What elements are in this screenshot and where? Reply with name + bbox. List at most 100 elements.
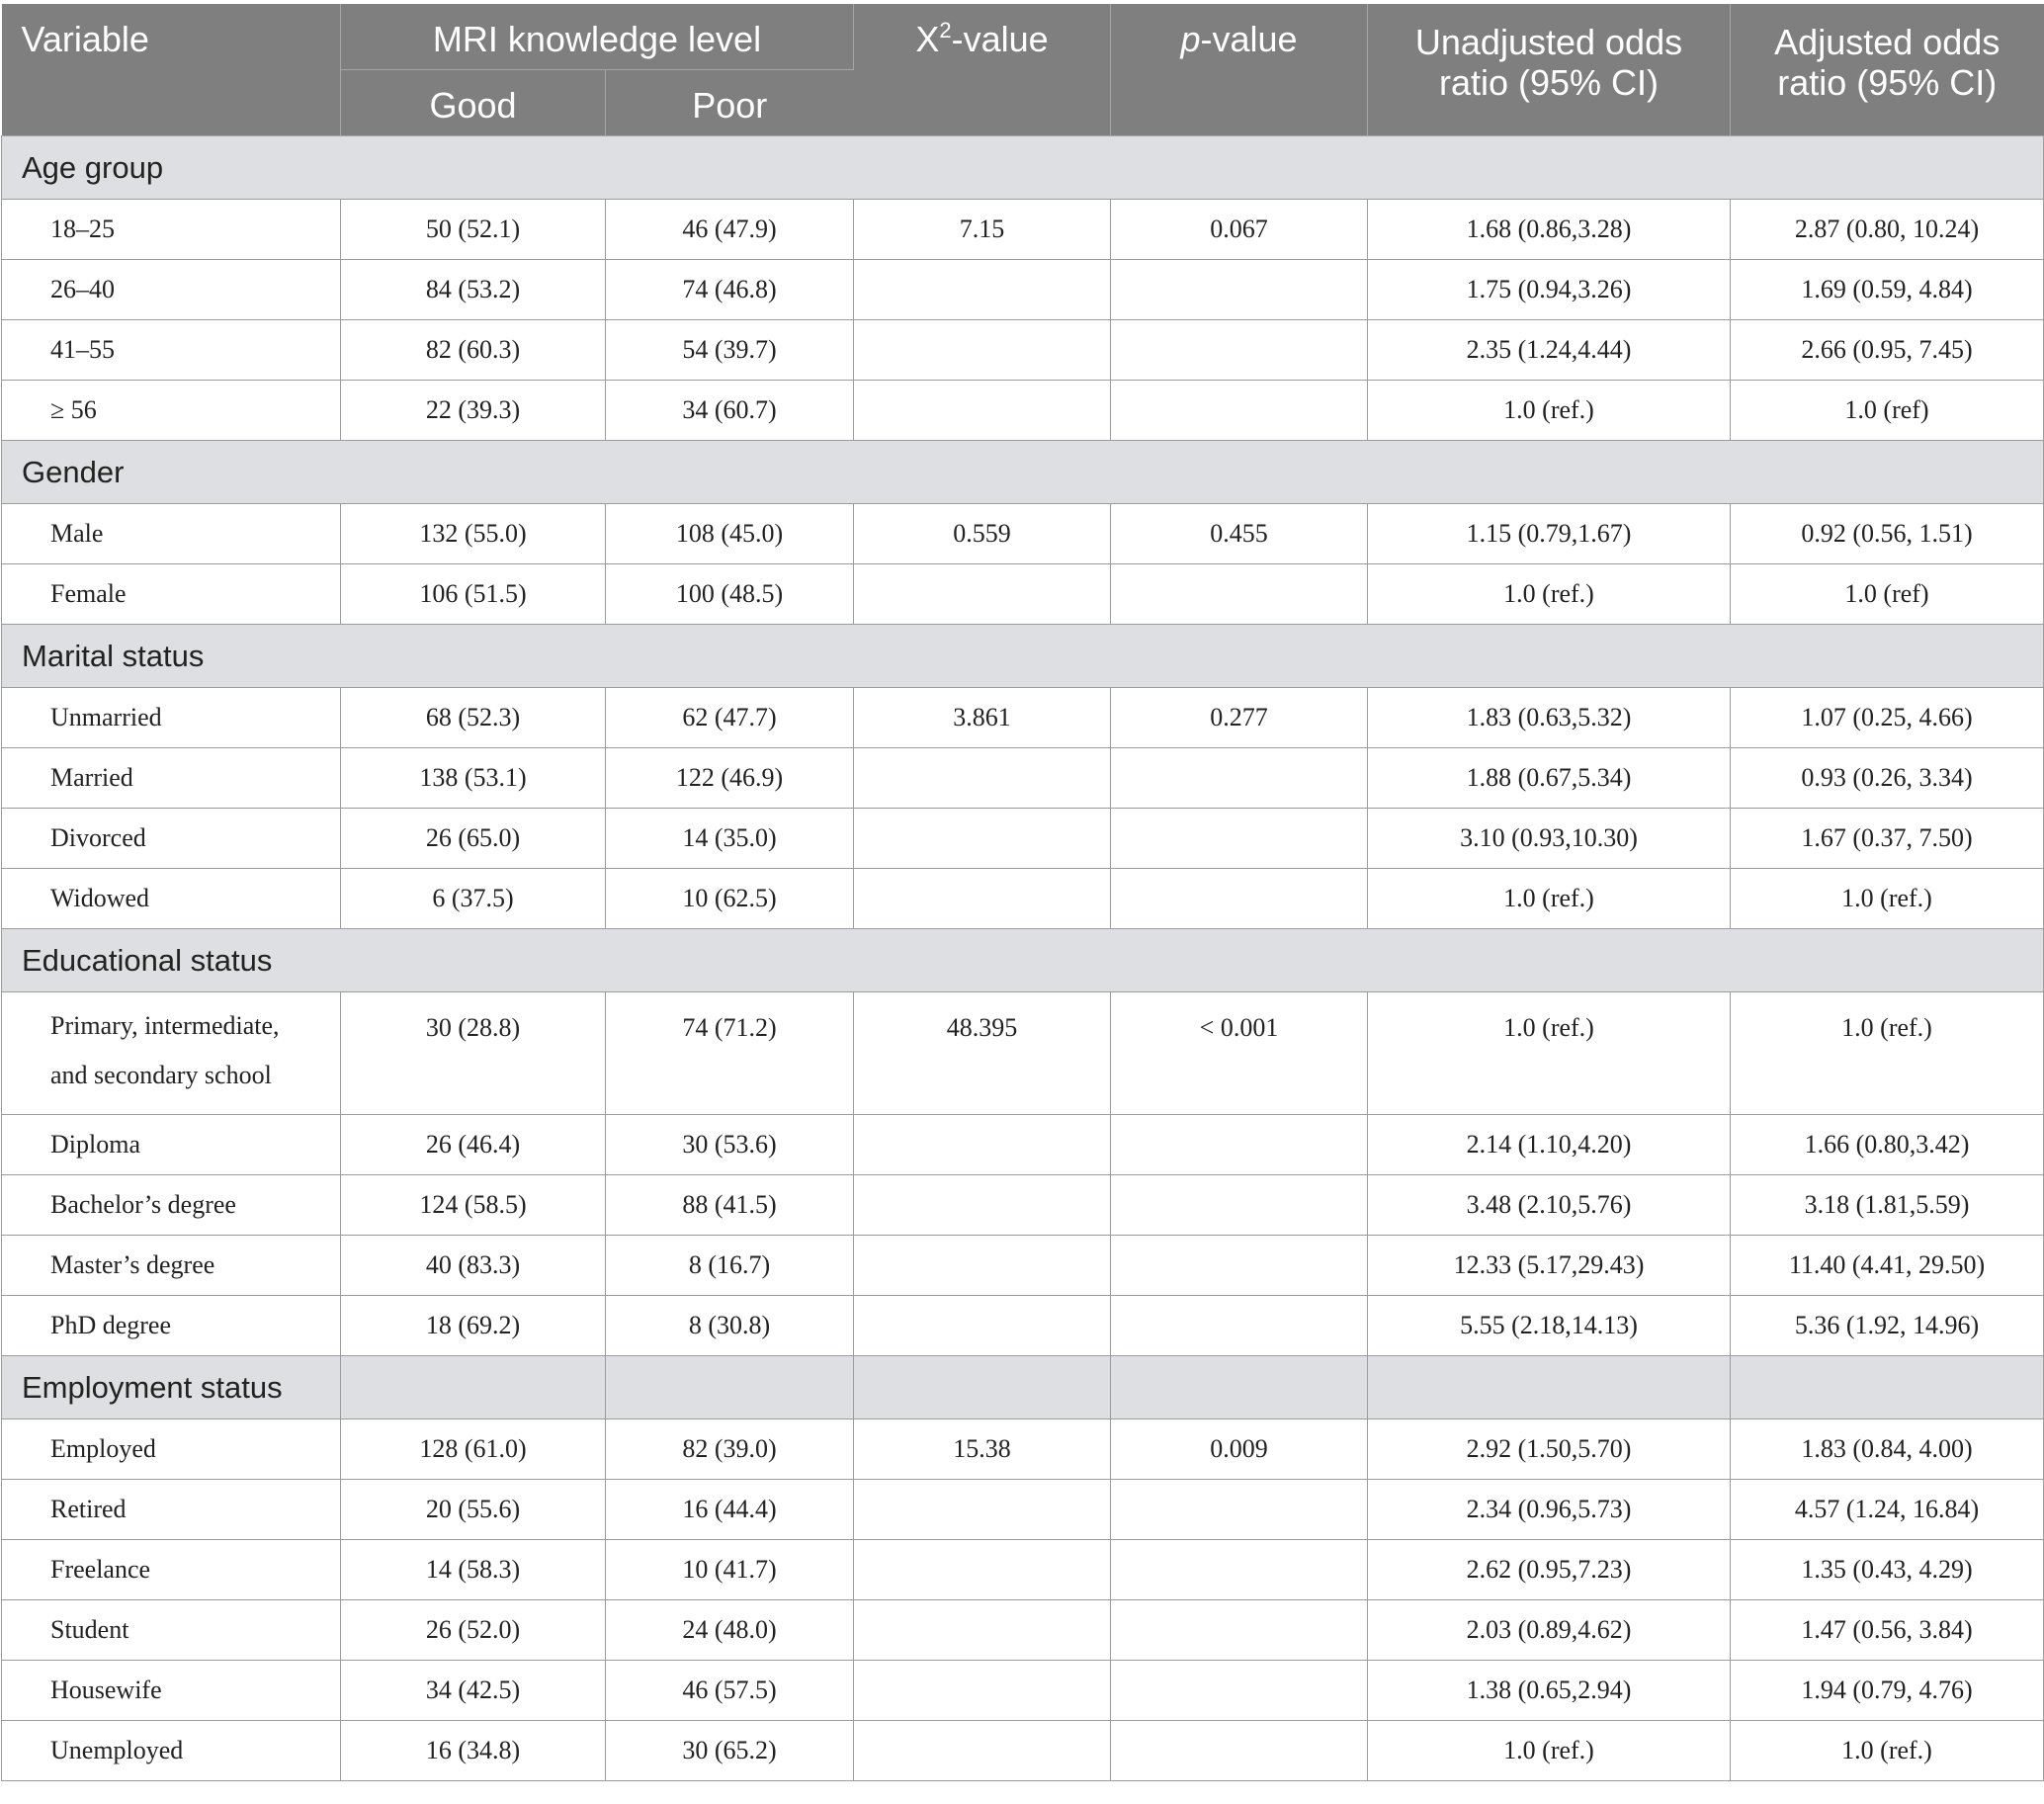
table-row: Diploma 26 (46.4) 30 (53.6) 2.14 (1.10,4.20… [1,1114,2044,1175]
good-cell: 138 (53.1) [340,747,606,809]
adjusted-or-cell: 1.66 (0.80,3.42) [1730,1114,2044,1175]
unadjusted-or-cell: 3.48 (2.10,5.76) [1367,1174,1731,1236]
adjusted-or-cell: 0.93 (0.26, 3.34) [1730,747,2044,809]
chi-square-cell [853,1174,1111,1236]
chi-square-cell [853,1660,1111,1721]
good-cell: 128 (61.0) [340,1418,606,1480]
adjusted-or-cell: 1.0 (ref) [1730,563,2044,625]
table-row: Unmarried 68 (52.3) 62 (47.7) 3.861 0.277 1.8… [1,687,2044,748]
p-value-cell [1110,868,1368,929]
section-title: Marital status [1,624,2044,688]
header-poor: Poor [605,69,854,136]
p-value-cell: 0.455 [1110,503,1368,564]
adjusted-or-cell: 3.18 (1.81,5.59) [1730,1174,2044,1236]
chi-square-cell: 48.395 [853,991,1111,1115]
row-label: Retired [1,1479,341,1540]
section-empty-cell [340,1355,606,1419]
chi-square-cell: 3.861 [853,687,1111,748]
table-row: Married 138 (53.1) 122 (46.9) 1.88 (0.67,5.… [1,747,2044,809]
good-cell: 26 (65.0) [340,808,606,869]
chi-square-cell [853,1479,1111,1540]
unadjusted-or-cell: 12.33 (5.17,29.43) [1367,1235,1731,1296]
section-title: Employment status [1,1355,341,1419]
table-row: Unemployed 16 (34.8) 30 (65.2) 1.0 (ref.) 1.… [1,1720,2044,1781]
adjusted-or-cell: 11.40 (4.41, 29.50) [1730,1235,2044,1296]
p-value-cell [1110,1720,1368,1781]
good-cell: 14 (58.3) [340,1539,606,1600]
row-label: Male [1,503,341,564]
unadjusted-or-cell: 1.83 (0.63,5.32) [1367,687,1731,748]
section-empty-cell [853,1355,1111,1419]
table-row: Bachelor’s degree 124 (58.5) 88 (41.5) 3.48… [1,1174,2044,1236]
table-body: Age group 18–25 50 (52.1) 46 (47.9) 7.15 0.06… [1,135,2044,1781]
row-label: Unemployed [1,1720,341,1781]
unadjusted-or-cell: 1.0 (ref.) [1367,1720,1731,1781]
row-label: Widowed [1,868,341,929]
p-value-cell [1110,747,1368,809]
header-unadjusted-or: Unadjusted odds ratio (95% CI) [1367,4,1731,136]
row-label: Divorced [1,808,341,869]
p-value-cell [1110,1295,1368,1356]
adjusted-or-cell: 1.83 (0.84, 4.00) [1730,1418,2044,1480]
adjusted-or-cell: 1.47 (0.56, 3.84) [1730,1599,2044,1661]
good-cell: 22 (39.3) [340,380,606,441]
chi-square-cell [853,868,1111,929]
adjusted-or-cell: 0.92 (0.56, 1.51) [1730,503,2044,564]
row-label: 41–55 [1,319,341,381]
poor-cell: 74 (46.8) [605,259,854,320]
section-empty-cell [1730,1355,2044,1419]
unadjusted-or-cell: 1.75 (0.94,3.26) [1367,259,1731,320]
table-row: Female 106 (51.5) 100 (48.5) 1.0 (ref.) 1.0 … [1,563,2044,625]
row-label: Unmarried [1,687,341,748]
header-p-value: p-value [1110,4,1368,136]
unadjusted-or-cell: 1.15 (0.79,1.67) [1367,503,1731,564]
table-header: Variable MRI knowledge level X2-value p-… [1,4,2044,136]
poor-cell: 14 (35.0) [605,808,854,869]
chi-square-cell [853,380,1111,441]
good-cell: 6 (37.5) [340,868,606,929]
table-row: 41–55 82 (60.3) 54 (39.7) 2.35 (1.24,4.44) 2… [1,319,2044,381]
section-title: Age group [1,135,2044,200]
unadjusted-or-cell: 1.38 (0.65,2.94) [1367,1660,1731,1721]
good-cell: 26 (52.0) [340,1599,606,1661]
table-row: Primary, intermediate, and secondary scho… [1,991,2044,1115]
section-row: Employment status [1,1355,2044,1419]
knowledge-table: Variable MRI knowledge level X2-value p-… [1,4,2044,1781]
unadjusted-or-cell: 2.35 (1.24,4.44) [1367,319,1731,381]
adjusted-or-cell: 1.0 (ref.) [1730,868,2044,929]
poor-cell: 122 (46.9) [605,747,854,809]
section-row: Age group [1,135,2044,200]
table-row: Male 132 (55.0) 108 (45.0) 0.559 0.455 1.15 (… [1,503,2044,564]
adjusted-or-cell: 1.67 (0.37, 7.50) [1730,808,2044,869]
section-title: Gender [1,440,2044,504]
header-adjusted-or: Adjusted odds ratio (95% CI) [1730,4,2044,136]
p-value-cell [1110,259,1368,320]
row-label-line1: Primary, intermediate, [50,1011,280,1040]
section-empty-cell [1110,1355,1368,1419]
chi-square-cell [853,319,1111,381]
table-row: Student 26 (52.0) 24 (48.0) 2.03 (0.89,4.62… [1,1599,2044,1661]
table-row: Freelance 14 (58.3) 10 (41.7) 2.62 (0.95,7.… [1,1539,2044,1600]
table-row: Employed 128 (61.0) 82 (39.0) 15.38 0.009 2.9… [1,1418,2044,1480]
p-value-cell [1110,380,1368,441]
chi-square-cell [853,1720,1111,1781]
adjusted-or-cell: 5.36 (1.92, 14.96) [1730,1295,2044,1356]
good-cell: 40 (83.3) [340,1235,606,1296]
table-row: 26–40 84 (53.2) 74 (46.8) 1.75 (0.94,3.26) 1… [1,259,2044,320]
poor-cell: 24 (48.0) [605,1599,854,1661]
adjusted-or-cell: 2.87 (0.80, 10.24) [1730,199,2044,260]
good-cell: 26 (46.4) [340,1114,606,1175]
poor-cell: 108 (45.0) [605,503,854,564]
p-value-cell [1110,1114,1368,1175]
poor-cell: 74 (71.2) [605,991,854,1115]
row-label: Student [1,1599,341,1661]
poor-cell: 100 (48.5) [605,563,854,625]
good-cell: 16 (34.8) [340,1720,606,1781]
adjusted-or-cell: 4.57 (1.24, 16.84) [1730,1479,2044,1540]
row-label: 18–25 [1,199,341,260]
table-row: Divorced 26 (65.0) 14 (35.0) 3.10 (0.93,10.… [1,808,2044,869]
p-value-cell: 0.277 [1110,687,1368,748]
p-value-cell: 0.009 [1110,1418,1368,1480]
p-value-cell [1110,563,1368,625]
adjusted-or-cell: 1.94 (0.79, 4.76) [1730,1660,2044,1721]
